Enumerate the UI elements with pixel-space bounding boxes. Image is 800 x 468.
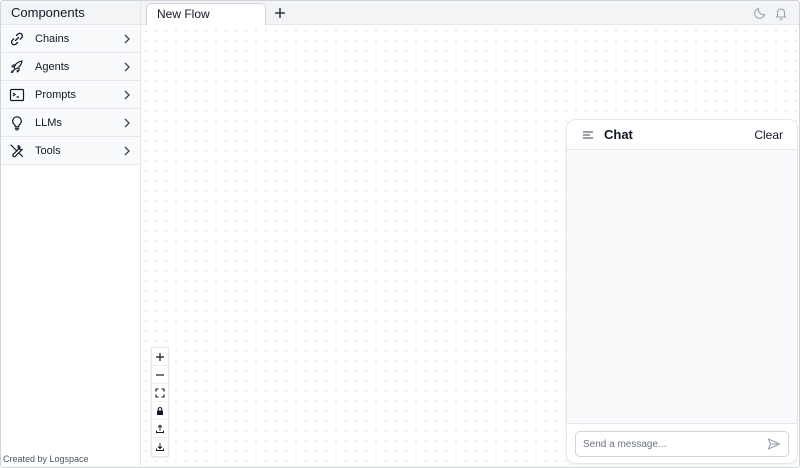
sidebar-item-chains[interactable]: Chains <box>1 25 140 53</box>
chevron-right-icon <box>122 62 132 72</box>
sidebar-item-prompts[interactable]: Prompts <box>1 81 140 109</box>
sidebar-item-label: Chains <box>35 32 70 45</box>
components-sidebar: Components Chains Agents Prompts LLMs To… <box>1 1 141 467</box>
bell-icon[interactable] <box>774 6 788 21</box>
created-by-footer: Created by Logspace <box>3 454 89 464</box>
menu-icon[interactable] <box>581 128 595 142</box>
sidebar-item-llms[interactable]: LLMs <box>1 109 140 137</box>
chevron-right-icon <box>122 146 132 156</box>
chat-header: Chat Clear <box>567 120 797 150</box>
lock-button[interactable] <box>152 402 168 420</box>
chevron-right-icon <box>122 90 132 100</box>
sidebar-title: Components <box>1 1 140 25</box>
chat-title: Chat <box>604 127 633 142</box>
import-button[interactable] <box>152 438 168 456</box>
sidebar-item-label: Agents <box>35 60 70 73</box>
tab-new-flow[interactable]: New Flow <box>146 3 266 25</box>
clear-chat-button[interactable]: Clear <box>754 128 783 142</box>
sidebar-item-label: Tools <box>35 144 61 157</box>
sidebar-item-label: Prompts <box>35 88 76 101</box>
chat-panel: Chat Clear <box>566 119 798 464</box>
terminal-icon <box>9 87 25 103</box>
zoom-out-button[interactable] <box>152 366 168 384</box>
lightbulb-icon <box>9 115 25 131</box>
zoom-in-button[interactable] <box>152 348 168 366</box>
link-icon <box>9 31 25 47</box>
rocket-icon <box>9 59 25 75</box>
tab-bar: New Flow <box>141 1 799 25</box>
sidebar-item-agents[interactable]: Agents <box>1 53 140 81</box>
sidebar-item-label: LLMs <box>35 116 62 129</box>
message-input[interactable] <box>575 431 789 457</box>
moon-icon[interactable] <box>753 6 767 20</box>
chat-input-bar <box>567 423 797 463</box>
fit-view-button[interactable] <box>152 384 168 402</box>
chat-messages-area <box>567 150 797 423</box>
chevron-right-icon <box>122 118 132 128</box>
app-window: Components Chains Agents Prompts LLMs To… <box>0 0 800 468</box>
canvas-controls <box>151 347 169 457</box>
sidebar-item-tools[interactable]: Tools <box>1 137 140 165</box>
chevron-right-icon <box>122 34 132 44</box>
plus-icon[interactable] <box>272 5 288 21</box>
send-icon[interactable] <box>767 437 781 451</box>
export-button[interactable] <box>152 420 168 438</box>
wrench-screwdriver-icon <box>9 143 25 159</box>
